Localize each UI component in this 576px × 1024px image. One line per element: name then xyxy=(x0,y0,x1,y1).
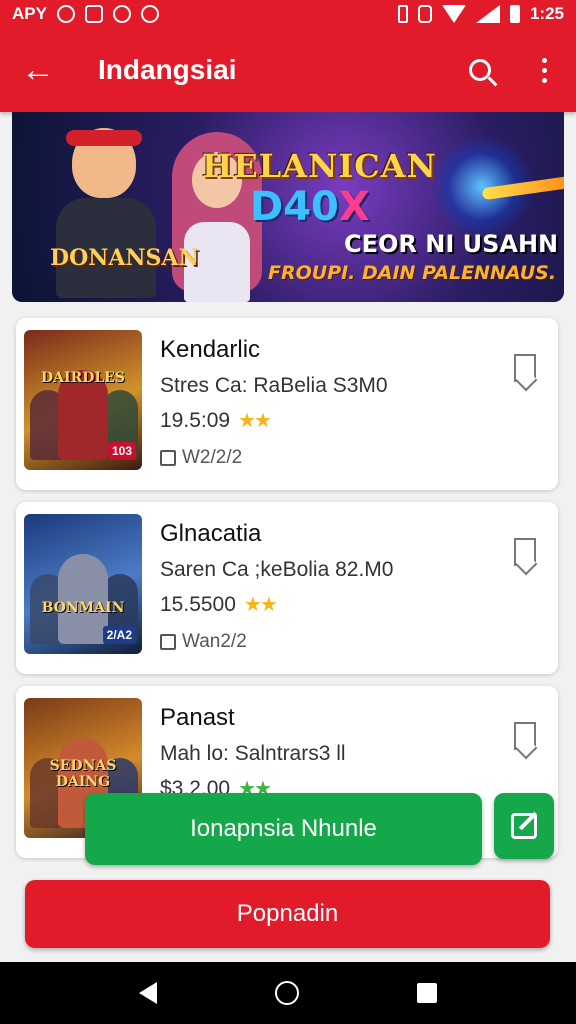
banner-name: DONANSAN xyxy=(50,245,199,271)
more-vert-icon xyxy=(541,57,547,83)
search-icon xyxy=(469,59,491,81)
chat-icon xyxy=(112,5,131,23)
game-thumbnail: BONMAIN 2/A2 xyxy=(24,514,142,654)
game-icon xyxy=(140,5,159,23)
search-button[interactable] xyxy=(448,28,512,112)
bottom-action-button[interactable]: Popnadin xyxy=(25,880,550,948)
banner-cta-line2: FROUPI. DAIN PALENNAUS. xyxy=(268,262,557,284)
nav-recents-icon[interactable] xyxy=(417,983,437,1003)
bookmark-icon[interactable] xyxy=(514,722,536,750)
battery-icon xyxy=(509,5,520,23)
status-time: 1:25 xyxy=(529,4,564,23)
status-bar: APY 1:25 xyxy=(0,0,576,28)
banner-logo-line1: HELANICAN xyxy=(202,147,437,185)
status-carrier-text: APY xyxy=(12,4,47,23)
arrow-left-icon: ← xyxy=(21,50,55,89)
game-title: Kendarlic xyxy=(160,336,261,363)
banner-cta-line1: CEOR NI USAHN xyxy=(344,230,559,258)
calendar-icon xyxy=(160,450,176,466)
bookmark-icon[interactable] xyxy=(514,354,536,382)
vibrate-icon xyxy=(417,5,432,23)
notification-icon xyxy=(56,5,75,23)
game-card[interactable]: DAIRDLES 103 Kendarlic Stres Ca: RaBelia… xyxy=(16,318,558,490)
edit-button[interactable] xyxy=(494,793,554,859)
page-title: Indangsiai xyxy=(98,54,237,85)
rating-stars: ★★ xyxy=(243,594,278,616)
game-title: Glnacatia xyxy=(160,520,262,547)
edit-icon xyxy=(511,813,537,839)
game-title: Panast xyxy=(160,704,235,731)
primary-action-button[interactable]: Ionapnsia Nhunle xyxy=(85,793,482,865)
back-button[interactable]: ← xyxy=(0,28,76,112)
rating-stars: ★★ xyxy=(238,410,272,432)
game-list: DAIRDLES 103 Kendarlic Stres Ca: RaBelia… xyxy=(16,318,558,870)
banner-logo-line2: D40X xyxy=(250,184,370,230)
wifi-icon xyxy=(441,5,466,23)
bluetooth-icon xyxy=(397,5,408,23)
game-thumbnail: DAIRDLES 103 xyxy=(24,330,142,470)
game-date: W2/2/2 xyxy=(182,447,243,468)
bookmark-icon[interactable] xyxy=(514,538,536,566)
more-options-button[interactable] xyxy=(512,28,576,112)
game-subtitle: Saren Ca ;keBolia 82.M0 xyxy=(160,558,394,581)
app-notification-icon xyxy=(84,5,103,23)
game-price: 19.5:09 xyxy=(160,408,231,432)
promo-banner[interactable]: HELANICAN D40X DONANSAN CEOR NI USAHN FR… xyxy=(12,112,564,302)
game-date: Wan2/2 xyxy=(182,631,247,652)
banner-hero-boy xyxy=(40,120,170,300)
game-card[interactable]: BONMAIN 2/A2 Glnacatia Saren Ca ;keBolia… xyxy=(16,502,558,674)
game-price: 15.5500 xyxy=(160,592,236,616)
calendar-icon xyxy=(160,634,176,650)
nav-back-icon[interactable] xyxy=(139,982,157,1004)
app-bar: ← Indangsiai xyxy=(0,28,576,112)
nav-home-icon[interactable] xyxy=(275,981,299,1005)
signal-icon xyxy=(475,5,500,23)
system-nav-bar xyxy=(0,962,576,1024)
game-subtitle: Mah lo: Salntrars3 ll xyxy=(160,742,346,765)
game-subtitle: Stres Ca: RaBelia S3M0 xyxy=(160,374,388,397)
